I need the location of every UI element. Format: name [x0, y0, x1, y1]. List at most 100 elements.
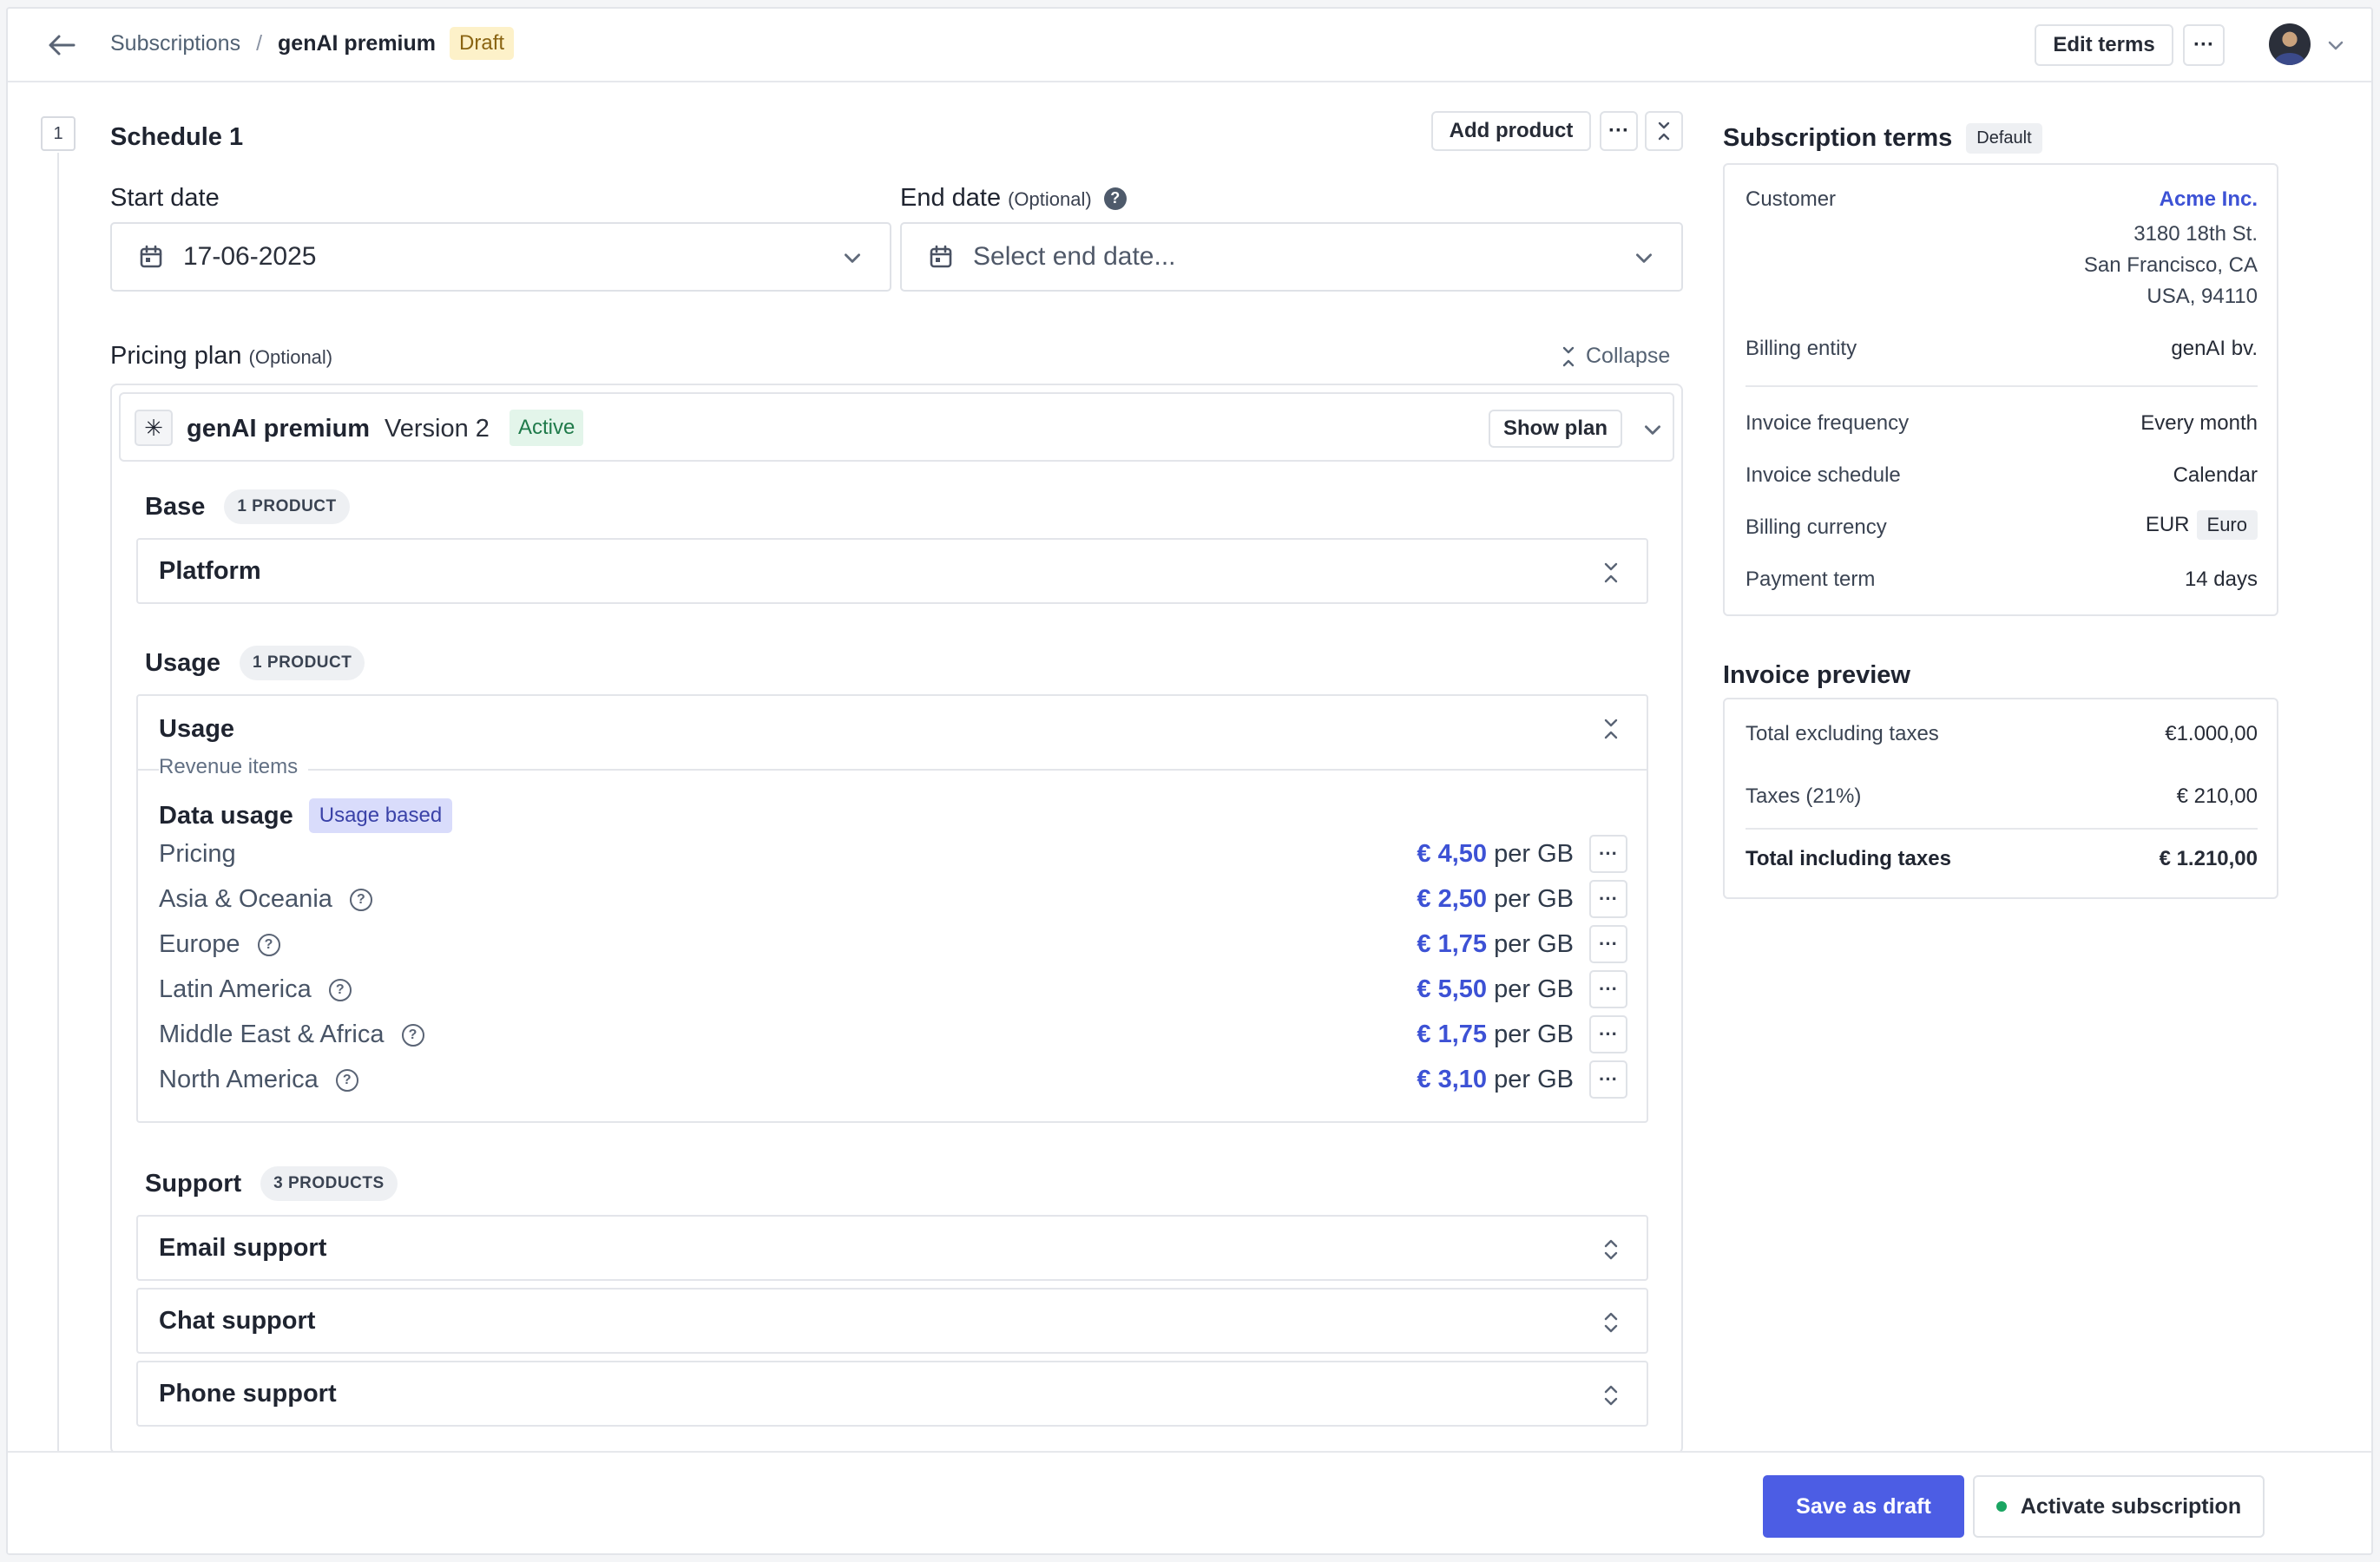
end-date-field[interactable]: Select end date... [900, 222, 1683, 292]
price-unit: per GB [1494, 840, 1574, 868]
schedule-title: Schedule 1 [110, 123, 244, 151]
price-row: Asia & Oceania? € 2,50 per GB ··· [159, 880, 1627, 918]
price-row-name: Latin America [159, 975, 312, 1003]
collapse-toggle-icon [1604, 562, 1618, 583]
currency-name-badge: Euro [2196, 510, 2258, 540]
start-date-field[interactable]: 17-06-2025 [110, 222, 891, 292]
schedule-more-button[interactable]: ··· [1600, 111, 1638, 151]
start-date-label: Start date [110, 184, 220, 212]
usage-product: Usage Revenue items Data usage Usage bas… [136, 694, 1648, 1123]
app-window: Subscriptions / genAI premium Draft Edit… [6, 7, 2373, 1555]
price-row: Pricing € 4,50 per GB ··· [159, 835, 1627, 873]
help-icon[interactable]: ? [349, 888, 372, 911]
show-plan-button[interactable]: Show plan [1489, 410, 1622, 448]
more-icon[interactable]: ··· [1589, 970, 1627, 1008]
product-name: Platform [159, 556, 261, 585]
back-arrow-icon[interactable] [44, 30, 79, 61]
activate-subscription-button[interactable]: Activate subscription [1973, 1475, 2265, 1538]
product-row-platform[interactable]: Platform [136, 538, 1648, 604]
avatar[interactable] [2269, 23, 2311, 65]
collapse-toggle-icon[interactable] [1601, 717, 1621, 741]
price-row-name: Pricing [159, 840, 236, 868]
section-support: Support 3 PRODUCTS [145, 1166, 398, 1201]
end-date-label-text: End date [900, 184, 1002, 212]
total-incl-label: Total including taxes [1746, 847, 1951, 870]
invoice-preview-title: Invoice preview [1723, 661, 1910, 689]
more-icon[interactable]: ··· [1589, 1015, 1627, 1053]
more-icon[interactable]: ··· [1589, 925, 1627, 963]
taxes-value: € 210,00 [2176, 784, 2258, 808]
breadcrumb-subscriptions-link[interactable]: Subscriptions [110, 31, 240, 56]
expand-toggle-icon [1604, 1312, 1618, 1333]
price-amount: € 5,50 [1417, 975, 1488, 1003]
help-icon[interactable]: ? [328, 978, 352, 1001]
chevron-down-icon[interactable] [2325, 35, 2346, 56]
section-support-count: 3 PRODUCTS [260, 1166, 398, 1201]
collapse-label: Collapse [1586, 344, 1671, 368]
breadcrumb-current: genAI premium [278, 30, 437, 56]
chevron-down-icon[interactable] [1641, 418, 1664, 441]
product-row-phone-support[interactable]: Phone support [136, 1361, 1648, 1427]
end-date-label: End date (Optional)? [900, 184, 1127, 213]
usage-product-title[interactable]: Usage [159, 715, 234, 744]
price-row-value: € 3,10 per GB [1417, 1066, 1574, 1094]
price-row-name: North America [159, 1066, 319, 1093]
breadcrumb: Subscriptions / genAI premium Draft [110, 24, 515, 62]
add-product-button[interactable]: Add product [1431, 111, 1591, 151]
total-excl-value: €1.000,00 [2165, 722, 2258, 745]
help-icon[interactable]: ? [257, 933, 280, 956]
help-icon[interactable]: ? [401, 1023, 424, 1047]
top-bar: Subscriptions / genAI premium Draft Edit… [8, 9, 2371, 82]
subscription-terms-heading: Subscription terms Default [1723, 123, 2042, 154]
more-icon[interactable]: ··· [1589, 835, 1627, 873]
revenue-item-name: Data usage [159, 801, 293, 830]
usage-based-badge: Usage based [308, 798, 453, 833]
customer-link[interactable]: Acme Inc. [2160, 187, 2258, 212]
product-row-email-support[interactable]: Email support [136, 1215, 1648, 1281]
billing-currency-value: EUR Euro [2146, 510, 2258, 540]
price-row-name: Asia & Oceania [159, 885, 332, 913]
more-icon[interactable]: ··· [1589, 1060, 1627, 1099]
invoice-frequency-value: Every month [2140, 411, 2258, 435]
chevron-down-icon [845, 253, 860, 263]
timeline-line [57, 153, 59, 1463]
breadcrumb-separator: / [256, 30, 263, 56]
schedule-collapse-button[interactable] [1645, 111, 1683, 151]
price-unit: per GB [1494, 885, 1574, 913]
pricing-plan-optional: (Optional) [248, 346, 333, 368]
plan-name: genAI premium [187, 415, 371, 443]
price-row-name: Middle East & Africa [159, 1021, 385, 1048]
help-icon[interactable]: ? [1103, 187, 1127, 210]
price-row-value: € 2,50 per GB [1417, 885, 1574, 914]
total-incl-value: € 1.210,00 [2159, 847, 2258, 870]
activate-label: Activate subscription [2020, 1493, 2242, 1519]
price-row-value: € 5,50 per GB [1417, 975, 1574, 1004]
address-line: USA, 94110 [2147, 285, 2258, 308]
header-more-button[interactable]: ··· [2183, 24, 2225, 66]
subscription-terms-card: Customer Acme Inc. 3180 18th St. San Fra… [1723, 163, 2278, 616]
price-amount: € 2,50 [1417, 885, 1488, 913]
price-row-value: € 4,50 per GB [1417, 840, 1574, 869]
collapse-link[interactable]: Collapse [1561, 344, 1670, 369]
edit-terms-button[interactable]: Edit terms [2035, 24, 2173, 66]
price-row-name: Europe [159, 930, 240, 958]
divider [1746, 385, 2258, 387]
product-name: Email support [159, 1233, 327, 1262]
plan-header[interactable]: ✳ genAI premium Version 2 Active Show pl… [119, 392, 1674, 462]
status-badge-draft: Draft [450, 27, 515, 60]
calendar-icon [930, 245, 952, 268]
product-row-chat-support[interactable]: Chat support [136, 1288, 1648, 1354]
save-as-draft-button[interactable]: Save as draft [1763, 1475, 1964, 1538]
billing-entity-value: genAI bv. [2171, 337, 2258, 360]
collapse-icon [1562, 346, 1575, 366]
revenue-item-data-usage: Data usage Usage based [159, 798, 453, 833]
plan-version: Version 2 [385, 415, 490, 443]
pricing-plan-label-text: Pricing plan [110, 342, 242, 370]
expand-toggle-icon [1604, 1239, 1618, 1260]
price-row-value: € 1,75 per GB [1417, 1021, 1574, 1049]
price-unit: per GB [1494, 975, 1574, 1003]
schedule-step-number: 1 [41, 116, 76, 151]
more-icon[interactable]: ··· [1589, 880, 1627, 918]
section-usage-title: Usage [145, 648, 221, 677]
help-icon[interactable]: ? [335, 1068, 358, 1092]
